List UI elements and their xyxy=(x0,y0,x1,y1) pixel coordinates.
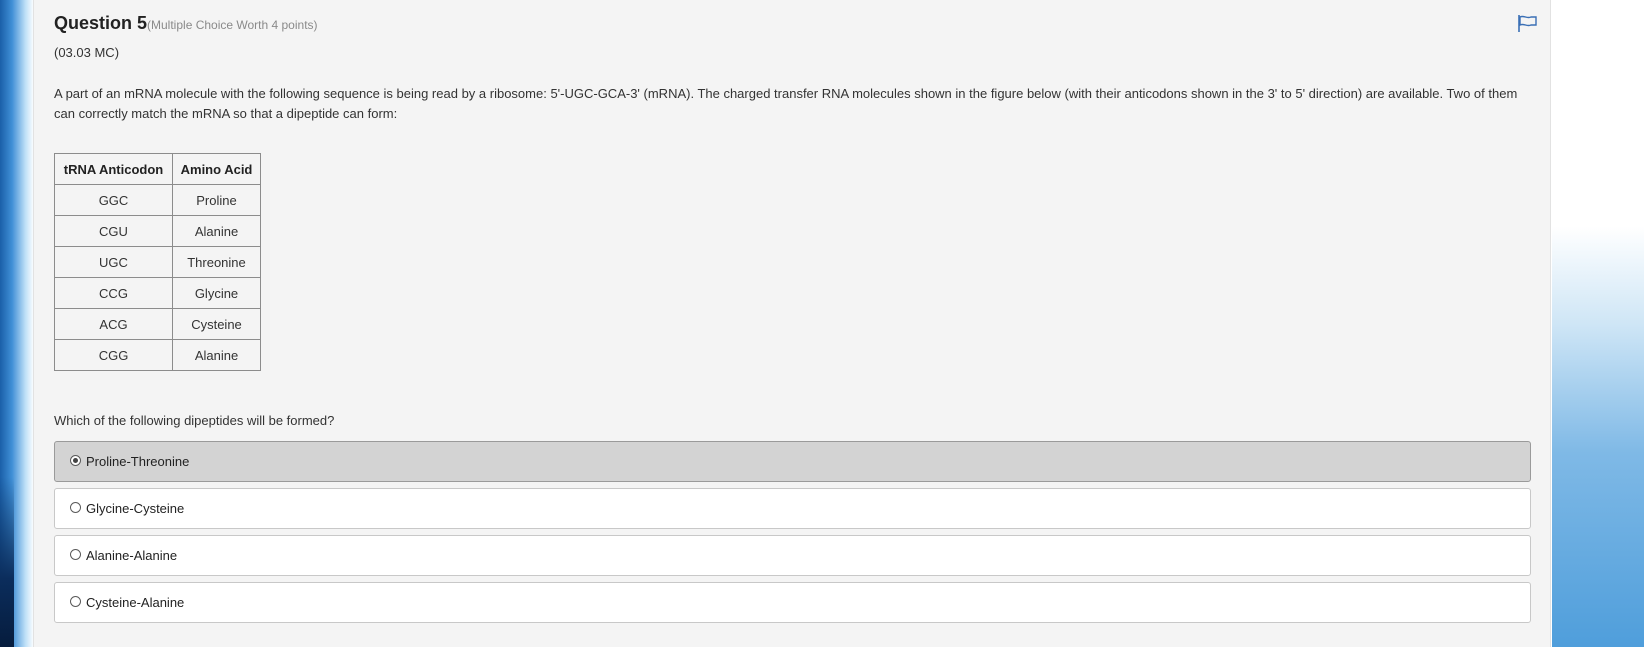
answer-option-2[interactable]: Glycine-Cysteine xyxy=(54,488,1531,529)
table-row: CGU Alanine xyxy=(54,215,261,247)
answer-option-label: Alanine-Alanine xyxy=(86,548,178,563)
trna-table: tRNA Anticodon Amino Acid GGC Proline CG… xyxy=(54,153,261,371)
question-title: Question 5 xyxy=(54,13,148,33)
table-header-anticodon: tRNA Anticodon xyxy=(54,153,173,185)
radio-button[interactable] xyxy=(70,596,81,607)
table-cell-amino-acid: Cysteine xyxy=(172,308,261,340)
background-left xyxy=(0,0,34,647)
table-header-row: tRNA Anticodon Amino Acid xyxy=(54,153,261,185)
background-right xyxy=(1552,0,1644,647)
question-header: Question 5(Multiple Choice Worth 4 point… xyxy=(54,13,318,34)
table-header-amino-acid: Amino Acid xyxy=(172,153,261,185)
radio-button[interactable] xyxy=(70,502,81,513)
question-panel: Question 5(Multiple Choice Worth 4 point… xyxy=(33,0,1551,647)
answer-option-label: Cysteine-Alanine xyxy=(86,595,185,610)
table-row: CGG Alanine xyxy=(54,339,261,371)
answer-option-4[interactable]: Cysteine-Alanine xyxy=(54,582,1531,623)
radio-button[interactable] xyxy=(70,549,81,560)
table-cell-anticodon: CCG xyxy=(54,277,173,309)
table-cell-anticodon: GGC xyxy=(54,184,173,216)
flag-icon[interactable] xyxy=(1516,14,1538,34)
question-prompt: Which of the following dipeptides will b… xyxy=(54,413,335,428)
answer-option-1[interactable]: Proline-Threonine xyxy=(54,441,1531,482)
table-row: ACG Cysteine xyxy=(54,308,261,340)
radio-button[interactable] xyxy=(70,455,81,466)
answer-option-label: Proline-Threonine xyxy=(86,454,190,469)
table-cell-amino-acid: Proline xyxy=(172,184,261,216)
table-cell-amino-acid: Threonine xyxy=(172,246,261,278)
question-stem: A part of an mRNA molecule with the foll… xyxy=(54,86,1518,121)
table-cell-anticodon: CGG xyxy=(54,339,173,371)
table-row: GGC Proline xyxy=(54,184,261,216)
question-code: (03.03 MC) xyxy=(54,45,120,60)
table-row: CCG Glycine xyxy=(54,277,261,309)
table-cell-anticodon: UGC xyxy=(54,246,173,278)
question-meta: (Multiple Choice Worth 4 points) xyxy=(147,18,318,32)
table-cell-amino-acid: Alanine xyxy=(172,339,261,371)
answer-option-3[interactable]: Alanine-Alanine xyxy=(54,535,1531,576)
table-row: UGC Threonine xyxy=(54,246,261,278)
table-cell-anticodon: CGU xyxy=(54,215,173,247)
table-cell-anticodon: ACG xyxy=(54,308,173,340)
table-cell-amino-acid: Alanine xyxy=(172,215,261,247)
table-cell-amino-acid: Glycine xyxy=(172,277,261,309)
answer-option-label: Glycine-Cysteine xyxy=(86,501,185,516)
